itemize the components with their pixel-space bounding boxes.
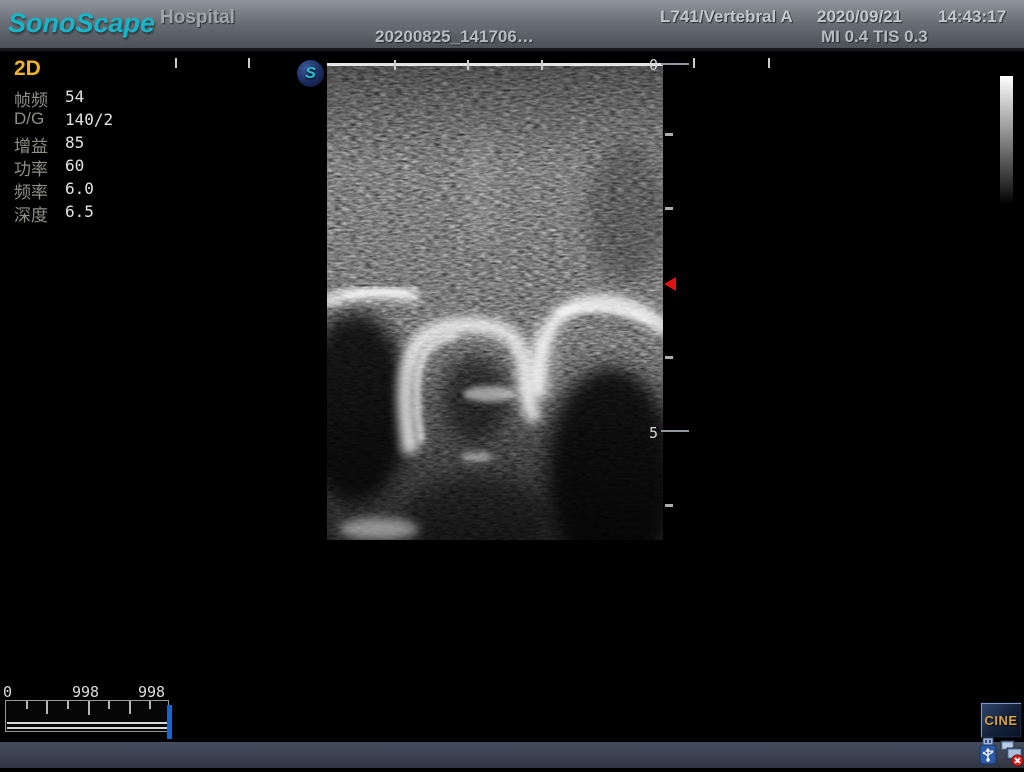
- cine-tick: [88, 701, 90, 715]
- sonoscape-logo: SonoScape: [8, 8, 155, 39]
- param-depth-label: 深度: [14, 201, 48, 226]
- ruler-tick: [248, 58, 250, 68]
- param-dg-value: 140/2: [65, 110, 113, 129]
- ruler-tick: [665, 207, 673, 210]
- ruler-tick: [467, 60, 469, 70]
- cine-tick: [46, 701, 48, 714]
- cine-total-frames: 998: [138, 683, 165, 701]
- depth-ruler-five: 5: [644, 424, 658, 442]
- ruler-tick: [541, 60, 543, 70]
- focus-position-marker-icon[interactable]: [664, 277, 676, 291]
- title-bar: SonoScape Hospital L741/Vertebral A 2020…: [0, 0, 1024, 51]
- param-framerate-label: 帧频: [14, 86, 48, 111]
- ruler-tick: [665, 504, 673, 507]
- hospital-name: Hospital: [160, 7, 235, 29]
- usb-icon[interactable]: [977, 736, 999, 771]
- cine-tick: [108, 701, 110, 709]
- cine-progress-bar[interactable]: [5, 700, 169, 732]
- system-date: 2020/09/21: [817, 7, 902, 27]
- probe-marker-letter: S: [305, 65, 316, 83]
- param-frequency-value: 6.0: [65, 179, 94, 198]
- ultrasound-image: [327, 63, 663, 540]
- param-depth-value: 6.5: [65, 202, 94, 221]
- cine-tick: [149, 701, 151, 709]
- probe-orientation-marker: S: [297, 60, 324, 87]
- param-dg-label: D/G: [14, 109, 44, 129]
- cine-position-handle[interactable]: [167, 705, 172, 739]
- cine-track-line: [7, 722, 167, 724]
- param-power-value: 60: [65, 156, 84, 175]
- ruler-tick: [394, 60, 396, 70]
- probe-preset: L741/Vertebral A: [660, 7, 793, 27]
- ruler-tick: [175, 58, 177, 68]
- system-time: 14:43:17: [938, 7, 1006, 27]
- network-disconnected-icon[interactable]: [1000, 740, 1024, 772]
- mi-tis-readout: MI 0.4 TIS 0.3: [821, 27, 928, 47]
- mode-2d-label: 2D: [14, 57, 41, 81]
- param-gain-label: 增益: [14, 132, 48, 157]
- cine-button-label: CINE: [984, 713, 1017, 728]
- cine-current-frame: 998: [72, 683, 99, 701]
- grayscale-bar: [1000, 76, 1013, 204]
- cine-track-line: [7, 727, 167, 729]
- cine-tick: [67, 701, 69, 709]
- param-framerate-value: 54: [65, 87, 84, 106]
- cine-tick: [129, 701, 131, 714]
- ruler-major-tick: [661, 430, 689, 432]
- ultrasound-screen: { "header": { "logo": "SonoScape", "hosp…: [0, 0, 1024, 768]
- ruler-tick: [768, 58, 770, 68]
- cine-button[interactable]: CINE: [980, 702, 1022, 738]
- ruler-tick: [665, 356, 673, 359]
- param-frequency-label: 频率: [14, 178, 48, 203]
- taskbar: [0, 742, 1024, 768]
- cine-tick: [26, 701, 28, 709]
- ruler-tick: [693, 58, 695, 68]
- depth-ruler-zero: 0: [644, 56, 658, 74]
- cine-start-frame: 0: [3, 683, 12, 701]
- param-gain-value: 85: [65, 133, 84, 152]
- exam-id: 20200825_141706…: [375, 27, 534, 47]
- ruler-tick: [665, 133, 673, 136]
- param-power-label: 功率: [14, 155, 48, 180]
- ruler-major-tick: [661, 63, 689, 65]
